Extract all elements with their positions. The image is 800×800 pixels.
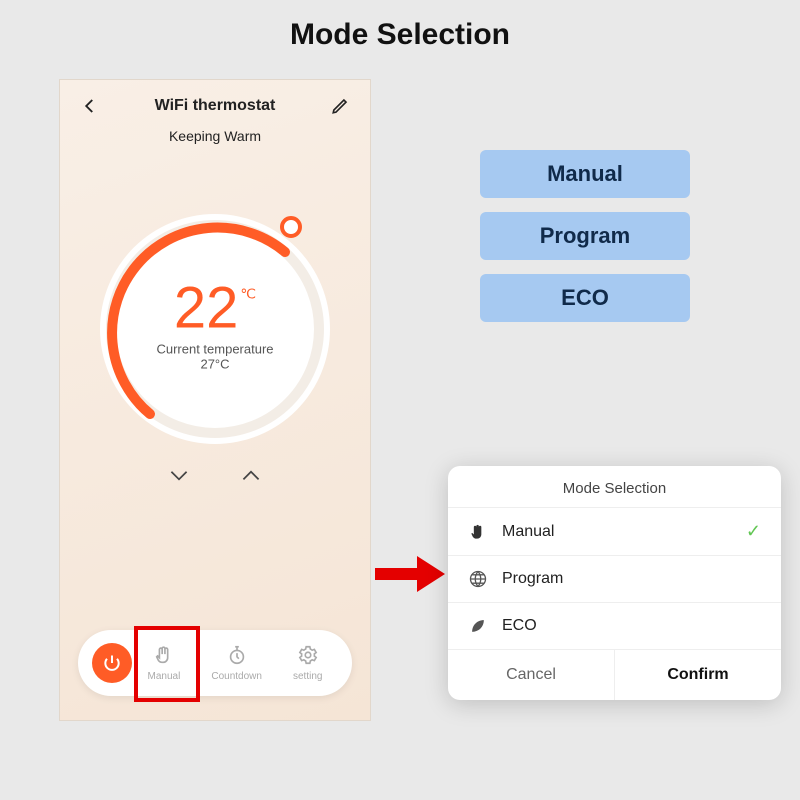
- current-temperature: Current temperature 27°C: [153, 341, 278, 371]
- mode-label-program: Program: [480, 212, 690, 260]
- confirm-button[interactable]: Confirm: [615, 650, 781, 700]
- bottom-bar: Manual Countdown setting: [78, 630, 352, 696]
- arrow-icon: [375, 554, 445, 594]
- mode-label-manual: Manual: [480, 150, 690, 198]
- hand-icon: [153, 644, 175, 669]
- back-icon[interactable]: [78, 94, 102, 118]
- decrease-button[interactable]: [164, 460, 194, 490]
- countdown-button[interactable]: Countdown: [211, 644, 262, 682]
- settings-button[interactable]: setting: [293, 644, 322, 682]
- dial-knob[interactable]: [280, 216, 302, 238]
- bar-label: Manual: [148, 671, 181, 682]
- increase-button[interactable]: [236, 460, 266, 490]
- stopwatch-icon: [226, 644, 248, 669]
- mode-labels-column: Manual Program ECO: [480, 150, 690, 322]
- thermostat-phone-mock: WiFi thermostat Keeping Warm 22℃ Current…: [60, 80, 370, 720]
- page-title: Mode Selection: [0, 18, 800, 52]
- power-button[interactable]: [92, 643, 132, 683]
- hand-icon: [468, 522, 488, 542]
- sheet-row-manual[interactable]: Manual ✓: [448, 507, 781, 555]
- bar-label: setting: [293, 671, 322, 682]
- mode-manual-button[interactable]: Manual: [148, 644, 181, 682]
- gear-icon: [297, 644, 319, 669]
- sheet-row-label: ECO: [502, 617, 537, 635]
- mode-selection-sheet: Mode Selection Manual ✓ Program ECO Canc…: [448, 466, 781, 700]
- cancel-button[interactable]: Cancel: [448, 650, 615, 700]
- sheet-row-eco[interactable]: ECO: [448, 602, 781, 649]
- sheet-row-label: Program: [502, 570, 563, 588]
- mode-label-eco: ECO: [480, 274, 690, 322]
- status-text: Keeping Warm: [60, 128, 370, 144]
- temperature-unit: ℃: [240, 285, 256, 302]
- set-temperature: 22: [174, 279, 239, 337]
- app-title: WiFi thermostat: [155, 97, 276, 115]
- check-icon: ✓: [746, 521, 761, 542]
- leaf-icon: [468, 616, 488, 636]
- globe-icon: [468, 569, 488, 589]
- temperature-dial[interactable]: 22℃ Current temperature 27°C: [90, 204, 340, 454]
- bar-label: Countdown: [211, 671, 262, 682]
- sheet-row-label: Manual: [502, 523, 554, 541]
- sheet-title: Mode Selection: [448, 466, 781, 507]
- edit-icon[interactable]: [328, 94, 352, 118]
- sheet-row-program[interactable]: Program: [448, 555, 781, 602]
